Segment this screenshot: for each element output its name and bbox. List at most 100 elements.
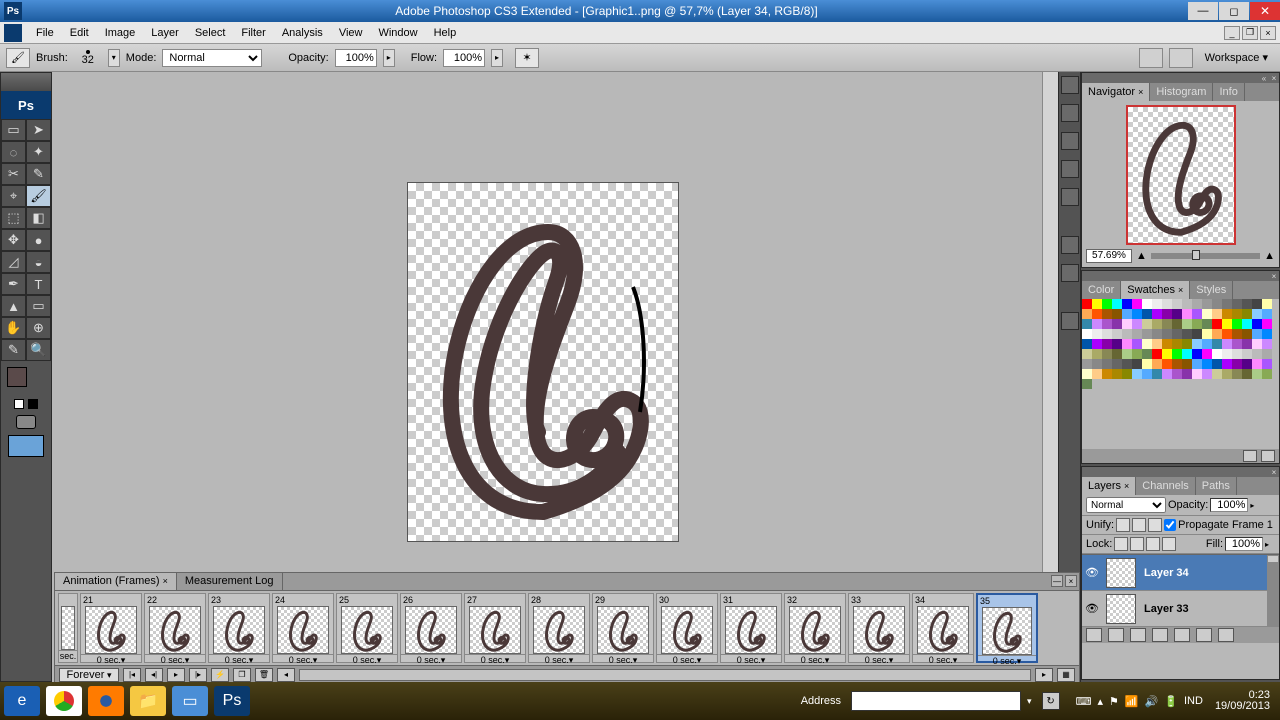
swatch[interactable] <box>1162 319 1172 329</box>
layer-group-button[interactable] <box>1174 628 1190 642</box>
swatch[interactable] <box>1202 359 1212 369</box>
swatch[interactable] <box>1112 309 1122 319</box>
swatch[interactable] <box>1142 359 1152 369</box>
swatch[interactable] <box>1262 369 1272 379</box>
menu-filter[interactable]: Filter <box>233 25 273 41</box>
swatch[interactable] <box>1202 369 1212 379</box>
navigator-thumbnail[interactable] <box>1126 105 1236 245</box>
menu-file[interactable]: File <box>28 25 62 41</box>
swatch[interactable] <box>1102 359 1112 369</box>
dropdown-icon[interactable]: ▸ <box>1265 540 1275 549</box>
frame-delay[interactable]: 0 sec.▾ <box>785 654 845 665</box>
swatch[interactable] <box>1122 359 1132 369</box>
swatch[interactable] <box>1112 299 1122 309</box>
swatch[interactable] <box>1222 349 1232 359</box>
swatch[interactable] <box>1182 349 1192 359</box>
swatch[interactable] <box>1092 349 1102 359</box>
next-frame-button[interactable]: |▸ <box>189 668 207 682</box>
battery-icon[interactable]: 🔋 <box>1164 695 1178 708</box>
delete-swatch-button[interactable] <box>1261 450 1275 462</box>
lock-position-icon[interactable] <box>1146 537 1160 551</box>
swatch[interactable] <box>1242 359 1252 369</box>
swatch[interactable] <box>1202 319 1212 329</box>
swatch[interactable] <box>1142 369 1152 379</box>
swatch[interactable] <box>1212 339 1222 349</box>
menu-window[interactable]: Window <box>370 25 425 41</box>
dock-icon[interactable] <box>1061 104 1079 122</box>
flow-dropdown-icon[interactable]: ▸ <box>491 49 503 67</box>
delete-frame-button[interactable]: 🗑 <box>255 668 273 682</box>
swatch[interactable] <box>1092 339 1102 349</box>
swatch[interactable] <box>1142 339 1152 349</box>
swatch[interactable] <box>1182 299 1192 309</box>
swatch[interactable] <box>1102 339 1112 349</box>
blend-mode-select[interactable]: Normal <box>162 49 262 67</box>
swatch[interactable] <box>1262 329 1272 339</box>
dock-icon[interactable] <box>1061 264 1079 282</box>
unify-visibility-icon[interactable] <box>1132 518 1146 532</box>
library-icon[interactable]: ▭ <box>172 686 208 716</box>
lock-pixels-icon[interactable] <box>1130 537 1144 551</box>
swatch[interactable] <box>1222 309 1232 319</box>
layer-thumbnail[interactable] <box>1106 558 1136 588</box>
swatch[interactable] <box>1162 299 1172 309</box>
animation-frame[interactable]: 330 sec.▾ <box>848 593 910 663</box>
swatch[interactable] <box>1102 329 1112 339</box>
doc-restore-button[interactable]: ❐ <box>1242 26 1258 40</box>
swatch[interactable] <box>1082 299 1092 309</box>
tool-button[interactable]: ⬚ <box>1 207 26 229</box>
swatch[interactable] <box>1142 319 1152 329</box>
swatch[interactable] <box>1102 299 1112 309</box>
panel-close-icon[interactable]: × <box>1269 271 1279 281</box>
swatch[interactable] <box>1202 329 1212 339</box>
swatch[interactable] <box>1232 349 1242 359</box>
swatch[interactable] <box>1202 299 1212 309</box>
swatch[interactable] <box>1142 299 1152 309</box>
panel-close-icon[interactable]: × <box>1065 575 1077 587</box>
swatch[interactable] <box>1162 359 1172 369</box>
scroll-left-button[interactable]: ◂ <box>277 668 295 682</box>
swatch[interactable] <box>1152 359 1162 369</box>
frame-delay[interactable]: 0 sec.▾ <box>337 654 397 665</box>
keyboard-icon[interactable]: ⌨ <box>1076 695 1092 708</box>
swatch[interactable] <box>1082 379 1092 389</box>
swatch[interactable] <box>1142 349 1152 359</box>
frames-scrollbar[interactable] <box>299 669 1031 681</box>
swatch[interactable] <box>1172 309 1182 319</box>
swatch[interactable] <box>1152 319 1162 329</box>
menu-edit[interactable]: Edit <box>62 25 97 41</box>
menu-select[interactable]: Select <box>187 25 234 41</box>
link-layers-button[interactable] <box>1086 628 1102 642</box>
dock-icon[interactable] <box>1061 132 1079 150</box>
tool-button[interactable]: ◧ <box>26 207 51 229</box>
tool-button[interactable]: ✋ <box>1 317 26 339</box>
swatch[interactable] <box>1092 329 1102 339</box>
tool-button[interactable]: ⌖ <box>1 185 26 207</box>
swatch[interactable] <box>1222 319 1232 329</box>
tool-button[interactable]: ✎ <box>1 339 26 361</box>
frame-delay[interactable]: 0 sec.▾ <box>849 654 909 665</box>
swatch[interactable] <box>1222 359 1232 369</box>
swatch[interactable] <box>1172 349 1182 359</box>
swatch[interactable] <box>1242 369 1252 379</box>
play-button[interactable]: ▸ <box>167 668 185 682</box>
swatch[interactable] <box>1212 319 1222 329</box>
document-canvas[interactable] <box>407 182 679 542</box>
layer-style-button[interactable] <box>1108 628 1124 642</box>
visibility-icon[interactable]: 👁 <box>1082 566 1102 579</box>
opacity-dropdown-icon[interactable]: ▸ <box>383 49 395 67</box>
swatch[interactable] <box>1142 329 1152 339</box>
swatch[interactable] <box>1202 349 1212 359</box>
tool-button[interactable]: ⊕ <box>26 317 51 339</box>
toolbox-header[interactable] <box>1 73 51 91</box>
swatch[interactable] <box>1242 319 1252 329</box>
dock-icon[interactable] <box>1061 160 1079 178</box>
swatch[interactable] <box>1092 309 1102 319</box>
tab-measurement[interactable]: Measurement Log <box>177 573 283 590</box>
swatch-grid[interactable] <box>1082 299 1279 389</box>
swatch[interactable] <box>1172 299 1182 309</box>
tween-button[interactable]: ⚡ <box>211 668 229 682</box>
opacity-input[interactable] <box>335 49 377 67</box>
swatch[interactable] <box>1122 369 1132 379</box>
swatch[interactable] <box>1242 339 1252 349</box>
